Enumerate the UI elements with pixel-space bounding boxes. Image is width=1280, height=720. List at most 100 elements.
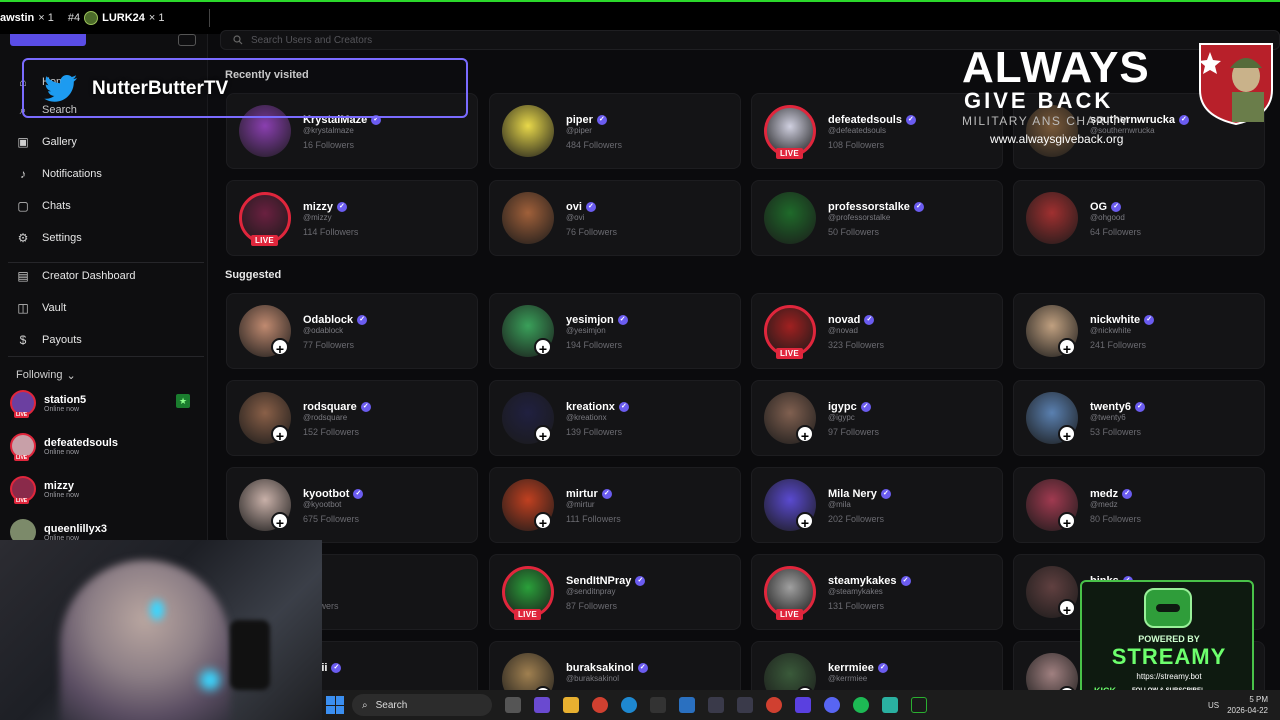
app-logo[interactable] xyxy=(10,34,86,46)
avatar[interactable] xyxy=(764,192,816,244)
creator-card[interactable]: + kyootbot ✓ @kyootbot 675 Followers xyxy=(226,467,478,543)
creator-name: defeatedsouls xyxy=(828,114,902,126)
follow-plus-icon[interactable]: + xyxy=(1058,512,1076,531)
creator-card[interactable]: + twenty6 ✓ @twenty6 53 Followers xyxy=(1013,380,1265,456)
follow-plus-icon[interactable]: + xyxy=(1058,338,1076,357)
verified-icon: ✓ xyxy=(900,576,911,586)
language-indicator[interactable]: US xyxy=(1208,701,1219,710)
sidebar-item-chats[interactable]: ▢ Chats xyxy=(16,196,70,216)
creator-followers: 53 Followers xyxy=(1090,427,1142,437)
creator-card[interactable]: LIVE SendItNPray ✓ @senditnpray 87 Followers xyxy=(489,554,741,630)
creator-card[interactable]: LIVE mizzy ✓ @mizzy 114 Followers xyxy=(226,180,478,256)
avatar[interactable] xyxy=(1026,192,1078,244)
store-icon[interactable] xyxy=(650,697,666,713)
avatar: LIVE xyxy=(10,390,36,418)
creator-name: SendItNPray xyxy=(566,575,632,587)
creator-handle: @yesimjon xyxy=(566,326,606,335)
creator-card[interactable]: + igypc ✓ @igypc 97 Followers xyxy=(751,380,1003,456)
charity-title: ALWAYS xyxy=(962,43,1150,92)
creator-name-row: igypc ✓ xyxy=(828,401,871,413)
clock-time: 5 PM xyxy=(1249,695,1268,704)
task-view-icon[interactable] xyxy=(505,697,521,713)
creator-handle: @nickwhite xyxy=(1090,326,1132,335)
follow-plus-icon[interactable]: + xyxy=(271,512,289,531)
creator-name: kerrmiee xyxy=(828,662,874,674)
follow-plus-icon[interactable]: + xyxy=(534,425,552,444)
app-icon[interactable] xyxy=(882,697,898,713)
avatar[interactable] xyxy=(502,192,554,244)
creator-name: Mila Nery xyxy=(828,488,877,500)
dollar-icon: $ xyxy=(19,333,27,347)
sidebar-item-gallery[interactable]: ▣ Gallery xyxy=(16,132,77,152)
search-input[interactable]: Search Users and Creators xyxy=(251,35,372,46)
creator-card[interactable]: ovi ✓ @ovi 76 Followers xyxy=(489,180,741,256)
creator-handle: @senditnpray xyxy=(566,587,616,596)
creator-card[interactable]: + medz ✓ @medz 80 Followers xyxy=(1013,467,1265,543)
creator-card[interactable]: professorstalke ✓ @professorstalke 50 Follo… xyxy=(751,180,1003,256)
spotify-icon[interactable] xyxy=(853,697,869,713)
creator-card[interactable]: + Mila Nery ✓ @mila 202 Followers xyxy=(751,467,1003,543)
app-icon[interactable] xyxy=(911,697,927,713)
app-icon[interactable] xyxy=(534,697,550,713)
follow-plus-icon[interactable]: + xyxy=(1058,425,1076,444)
creator-name-row: twenty6 ✓ xyxy=(1090,401,1145,413)
chrome-icon[interactable] xyxy=(766,697,782,713)
sidebar-item-vault[interactable]: ◫ Vault xyxy=(16,298,66,318)
windows-taskbar: ⌕ Search US 5 PM 2026-04-22 xyxy=(322,690,1280,720)
twitter-handle: NutterButterTV xyxy=(92,78,229,99)
follow-plus-icon[interactable]: + xyxy=(271,338,289,357)
following-header[interactable]: Following ⌄ xyxy=(16,369,76,382)
chrome-icon[interactable] xyxy=(592,697,608,713)
creator-name: piper xyxy=(566,114,593,126)
following-item[interactable]: LIVE mizzy Online now xyxy=(10,472,200,506)
menu-toggle-button[interactable] xyxy=(178,34,196,46)
mail-icon[interactable] xyxy=(679,697,695,713)
creator-card[interactable]: + Odablock ✓ @odablock 77 Followers xyxy=(226,293,478,369)
creator-name-row: Mila Nery ✓ xyxy=(828,488,891,500)
creator-name: steamykakes xyxy=(828,575,897,587)
verified-icon: ✓ xyxy=(864,315,875,325)
creator-card[interactable]: piper ✓ @piper 484 Followers xyxy=(489,93,741,169)
creator-card[interactable]: + rodsquare ✓ @rodsquare 152 Followers xyxy=(226,380,478,456)
following-item[interactable]: LIVE defeatedsouls Online now xyxy=(10,429,200,463)
twitch-icon[interactable] xyxy=(795,697,811,713)
creator-card[interactable]: + nickwhite ✓ @nickwhite 241 Followers xyxy=(1013,293,1265,369)
creator-card[interactable]: + mirtur ✓ @mirtur 111 Followers xyxy=(489,467,741,543)
discord-icon[interactable] xyxy=(824,697,840,713)
live-badge: LIVE xyxy=(776,148,803,159)
follow-plus-icon[interactable]: + xyxy=(796,425,814,444)
app-icon[interactable] xyxy=(708,697,724,713)
creator-card[interactable]: LIVE novad ✓ @novad 323 Followers xyxy=(751,293,1003,369)
verified-icon: ✓ xyxy=(1111,202,1122,212)
app-icon[interactable] xyxy=(737,697,753,713)
edge-icon[interactable] xyxy=(621,697,637,713)
creator-followers: 97 Followers xyxy=(828,427,880,437)
creator-card[interactable]: + yesimjon ✓ @yesimjon 194 Followers xyxy=(489,293,741,369)
creator-card[interactable]: OG ✓ @ohgood 64 Followers xyxy=(1013,180,1265,256)
follow-plus-icon[interactable]: + xyxy=(271,425,289,444)
follow-plus-icon[interactable]: + xyxy=(796,512,814,531)
taskbar-search[interactable]: ⌕ Search xyxy=(352,694,492,716)
creator-handle: @mirtur xyxy=(566,500,595,509)
creator-name: kreationx xyxy=(566,401,615,413)
creator-name-row: rodsquare ✓ xyxy=(303,401,371,413)
windows-start-icon[interactable] xyxy=(326,696,344,714)
streamy-overlay: POWERED BY STREAMY https://streamy.bot K… xyxy=(1080,580,1254,698)
sidebar-item-creator-dashboard[interactable]: ▤ Creator Dashboard xyxy=(16,266,135,286)
creator-card[interactable]: LIVE steamykakes ✓ @steamykakes 131 Follower… xyxy=(751,554,1003,630)
avatar[interactable] xyxy=(502,105,554,157)
follow-plus-icon[interactable]: + xyxy=(534,512,552,531)
creator-followers: 131 Followers xyxy=(828,601,885,611)
sidebar-item-settings[interactable]: ⚙ Settings xyxy=(16,228,82,248)
creator-card[interactable]: + kreationx ✓ @kreationx 139 Followers xyxy=(489,380,741,456)
following-item[interactable]: LIVE station5 Online now ★ xyxy=(10,386,200,420)
clock[interactable]: 5 PM 2026-04-22 xyxy=(1227,694,1268,716)
sidebar-item-notifications[interactable]: ♪ Notifications xyxy=(16,164,102,184)
avatar: LIVE xyxy=(10,476,36,504)
following-text: defeatedsouls Online now xyxy=(44,437,118,456)
follow-plus-icon[interactable]: + xyxy=(1058,599,1076,618)
sidebar-item-payouts[interactable]: $ Payouts xyxy=(16,330,82,350)
live-badge: LIVE xyxy=(14,412,30,418)
file-explorer-icon[interactable] xyxy=(563,697,579,713)
follow-plus-icon[interactable]: + xyxy=(534,338,552,357)
